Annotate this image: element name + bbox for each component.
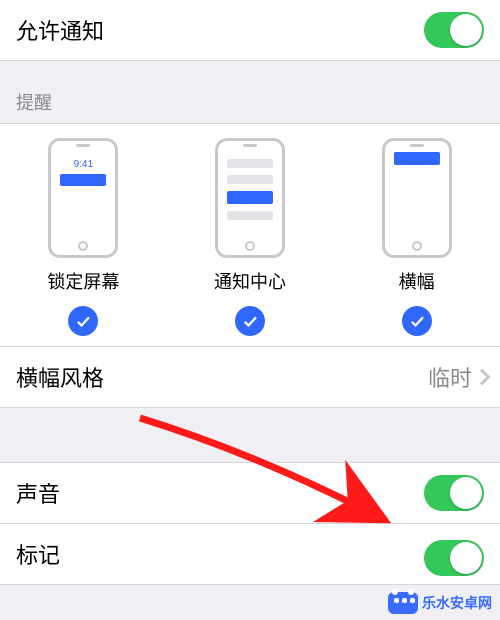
banner-style-label: 横幅风格	[16, 361, 104, 393]
badges-toggle[interactable]	[424, 540, 484, 576]
sounds-row: 声音	[0, 462, 500, 524]
allow-notifications-row: 允许通知	[0, 0, 500, 61]
watermark: 乐水安卓网	[386, 590, 494, 616]
alerts-section-header: 提醒	[0, 61, 500, 123]
watermark-logo-icon	[388, 592, 418, 614]
center-check-icon	[235, 306, 265, 336]
lockscreen-phone-icon: 9:41	[48, 138, 118, 258]
sounds-label: 声音	[16, 477, 60, 509]
banner-style-row[interactable]: 横幅风格 临时	[0, 347, 500, 408]
alerts-panel: 9:41 锁定屏幕 通知中心	[0, 123, 500, 347]
badges-row: 标记	[0, 524, 500, 585]
sounds-toggle[interactable]	[424, 475, 484, 511]
alert-option-lockscreen[interactable]: 9:41 锁定屏幕	[8, 138, 158, 336]
alert-option-center[interactable]: 通知中心	[175, 138, 325, 336]
allow-notifications-label: 允许通知	[16, 14, 104, 46]
center-phone-icon	[215, 138, 285, 258]
lockscreen-check-icon	[68, 306, 98, 336]
banner-check-icon	[402, 306, 432, 336]
badges-label: 标记	[16, 538, 60, 570]
allow-notifications-toggle[interactable]	[424, 12, 484, 48]
banner-style-value: 临时	[428, 361, 488, 393]
banner-phone-icon	[382, 138, 452, 258]
chevron-right-icon	[474, 369, 491, 386]
alert-option-banner[interactable]: 横幅	[342, 138, 492, 336]
watermark-text: 乐水安卓网	[422, 593, 492, 613]
